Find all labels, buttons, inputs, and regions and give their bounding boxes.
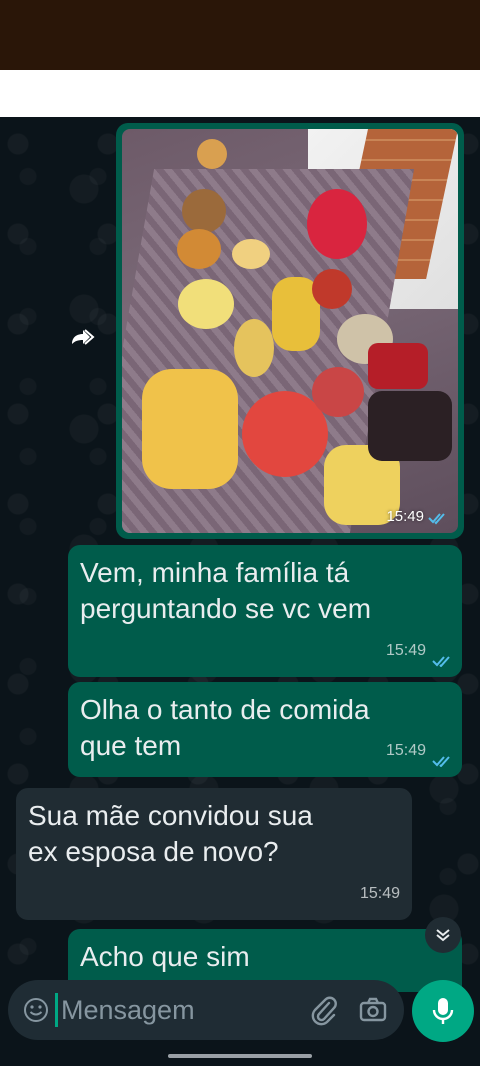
mic-button[interactable] [412,980,474,1042]
message-composer[interactable] [8,980,404,1040]
double-check-icon [432,656,450,667]
message-input[interactable] [61,992,291,1028]
message-bubble-outgoing[interactable]: Vem, minha família tá perguntando se vc … [68,545,462,677]
message-time: 15:49 [385,742,426,759]
message-text-line: Olha o tanto de comida [80,694,370,725]
image-time: 15:49 [386,508,424,525]
double-check-icon [428,513,445,525]
home-indicator [168,1054,312,1058]
food-table-photo[interactable]: 15:49 [122,129,458,533]
text-cursor [55,993,58,1027]
emoji-icon[interactable] [22,996,50,1024]
message-bubble-outgoing[interactable]: Olha o tanto de comida que tem 15:49 [68,682,462,777]
message-bubble-incoming[interactable]: Sua mãe convidou sua ex esposa de novo? … [16,788,412,920]
scroll-to-bottom-button[interactable] [425,917,461,953]
double-check-icon [432,756,450,767]
header-bar [0,70,480,117]
chevron-double-down-icon [436,929,450,942]
image-message[interactable]: 15:49 [116,123,464,539]
message-text-line: perguntando se vc vem [80,593,372,624]
message-text-line: Acho que sim [80,941,250,972]
chat-area[interactable]: 15:49 Vem, minha família tá perguntando … [0,117,480,992]
paperclip-icon[interactable] [308,994,338,1026]
message-time: 15:49 [359,885,400,902]
message-time: 15:49 [385,642,426,659]
message-text-line: Vem, minha família tá [80,557,350,588]
forward-icon[interactable] [66,322,98,354]
message-text-line: Sua mãe convidou sua [28,800,313,831]
mic-icon [432,998,454,1024]
message-text-line: ex esposa de novo? [28,836,279,867]
status-bar-area [0,0,480,70]
camera-icon[interactable] [358,995,388,1025]
